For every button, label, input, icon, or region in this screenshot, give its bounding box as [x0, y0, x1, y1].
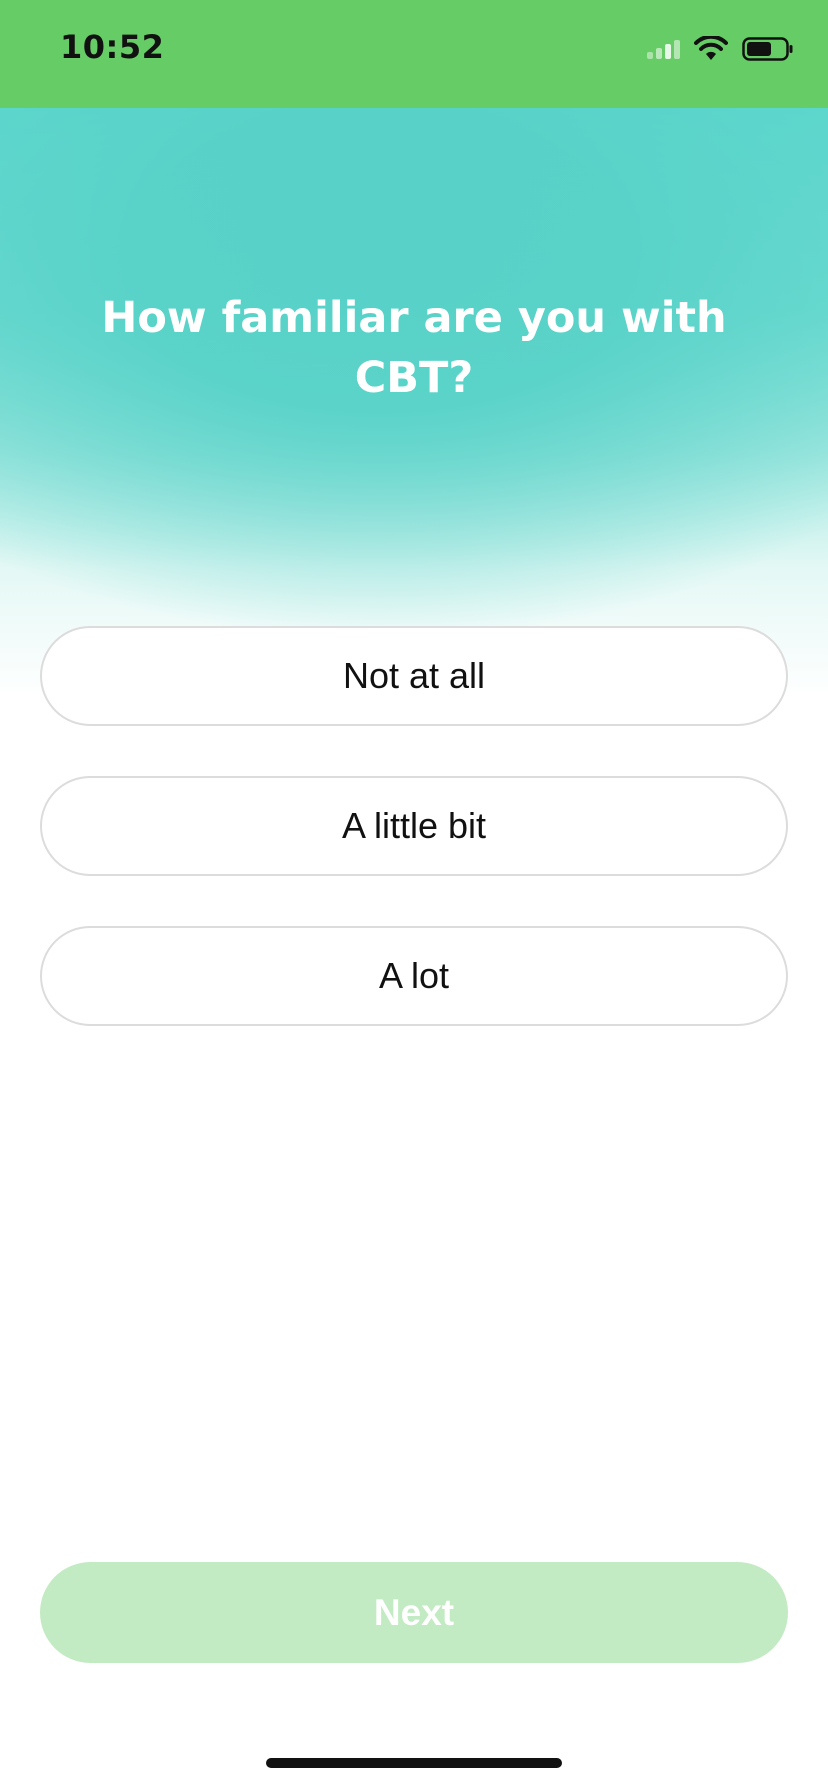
next-button[interactable]: Next	[40, 1562, 788, 1663]
home-indicator	[266, 1758, 562, 1768]
wifi-icon	[694, 36, 728, 60]
status-bar: 10:52	[0, 0, 828, 108]
option-a-lot-button[interactable]: A lot	[40, 926, 788, 1026]
battery-icon	[742, 37, 793, 61]
option-not-at-all-button[interactable]: Not at all	[40, 626, 788, 726]
answer-options: Not at all A little bit A lot	[40, 626, 788, 1076]
signal-icon	[647, 39, 680, 59]
status-time: 10:52	[60, 28, 165, 66]
option-a-little-bit-button[interactable]: A little bit	[40, 776, 788, 876]
question-title: How familiar are you with CBT?	[101, 293, 727, 403]
status-icons	[647, 36, 794, 62]
